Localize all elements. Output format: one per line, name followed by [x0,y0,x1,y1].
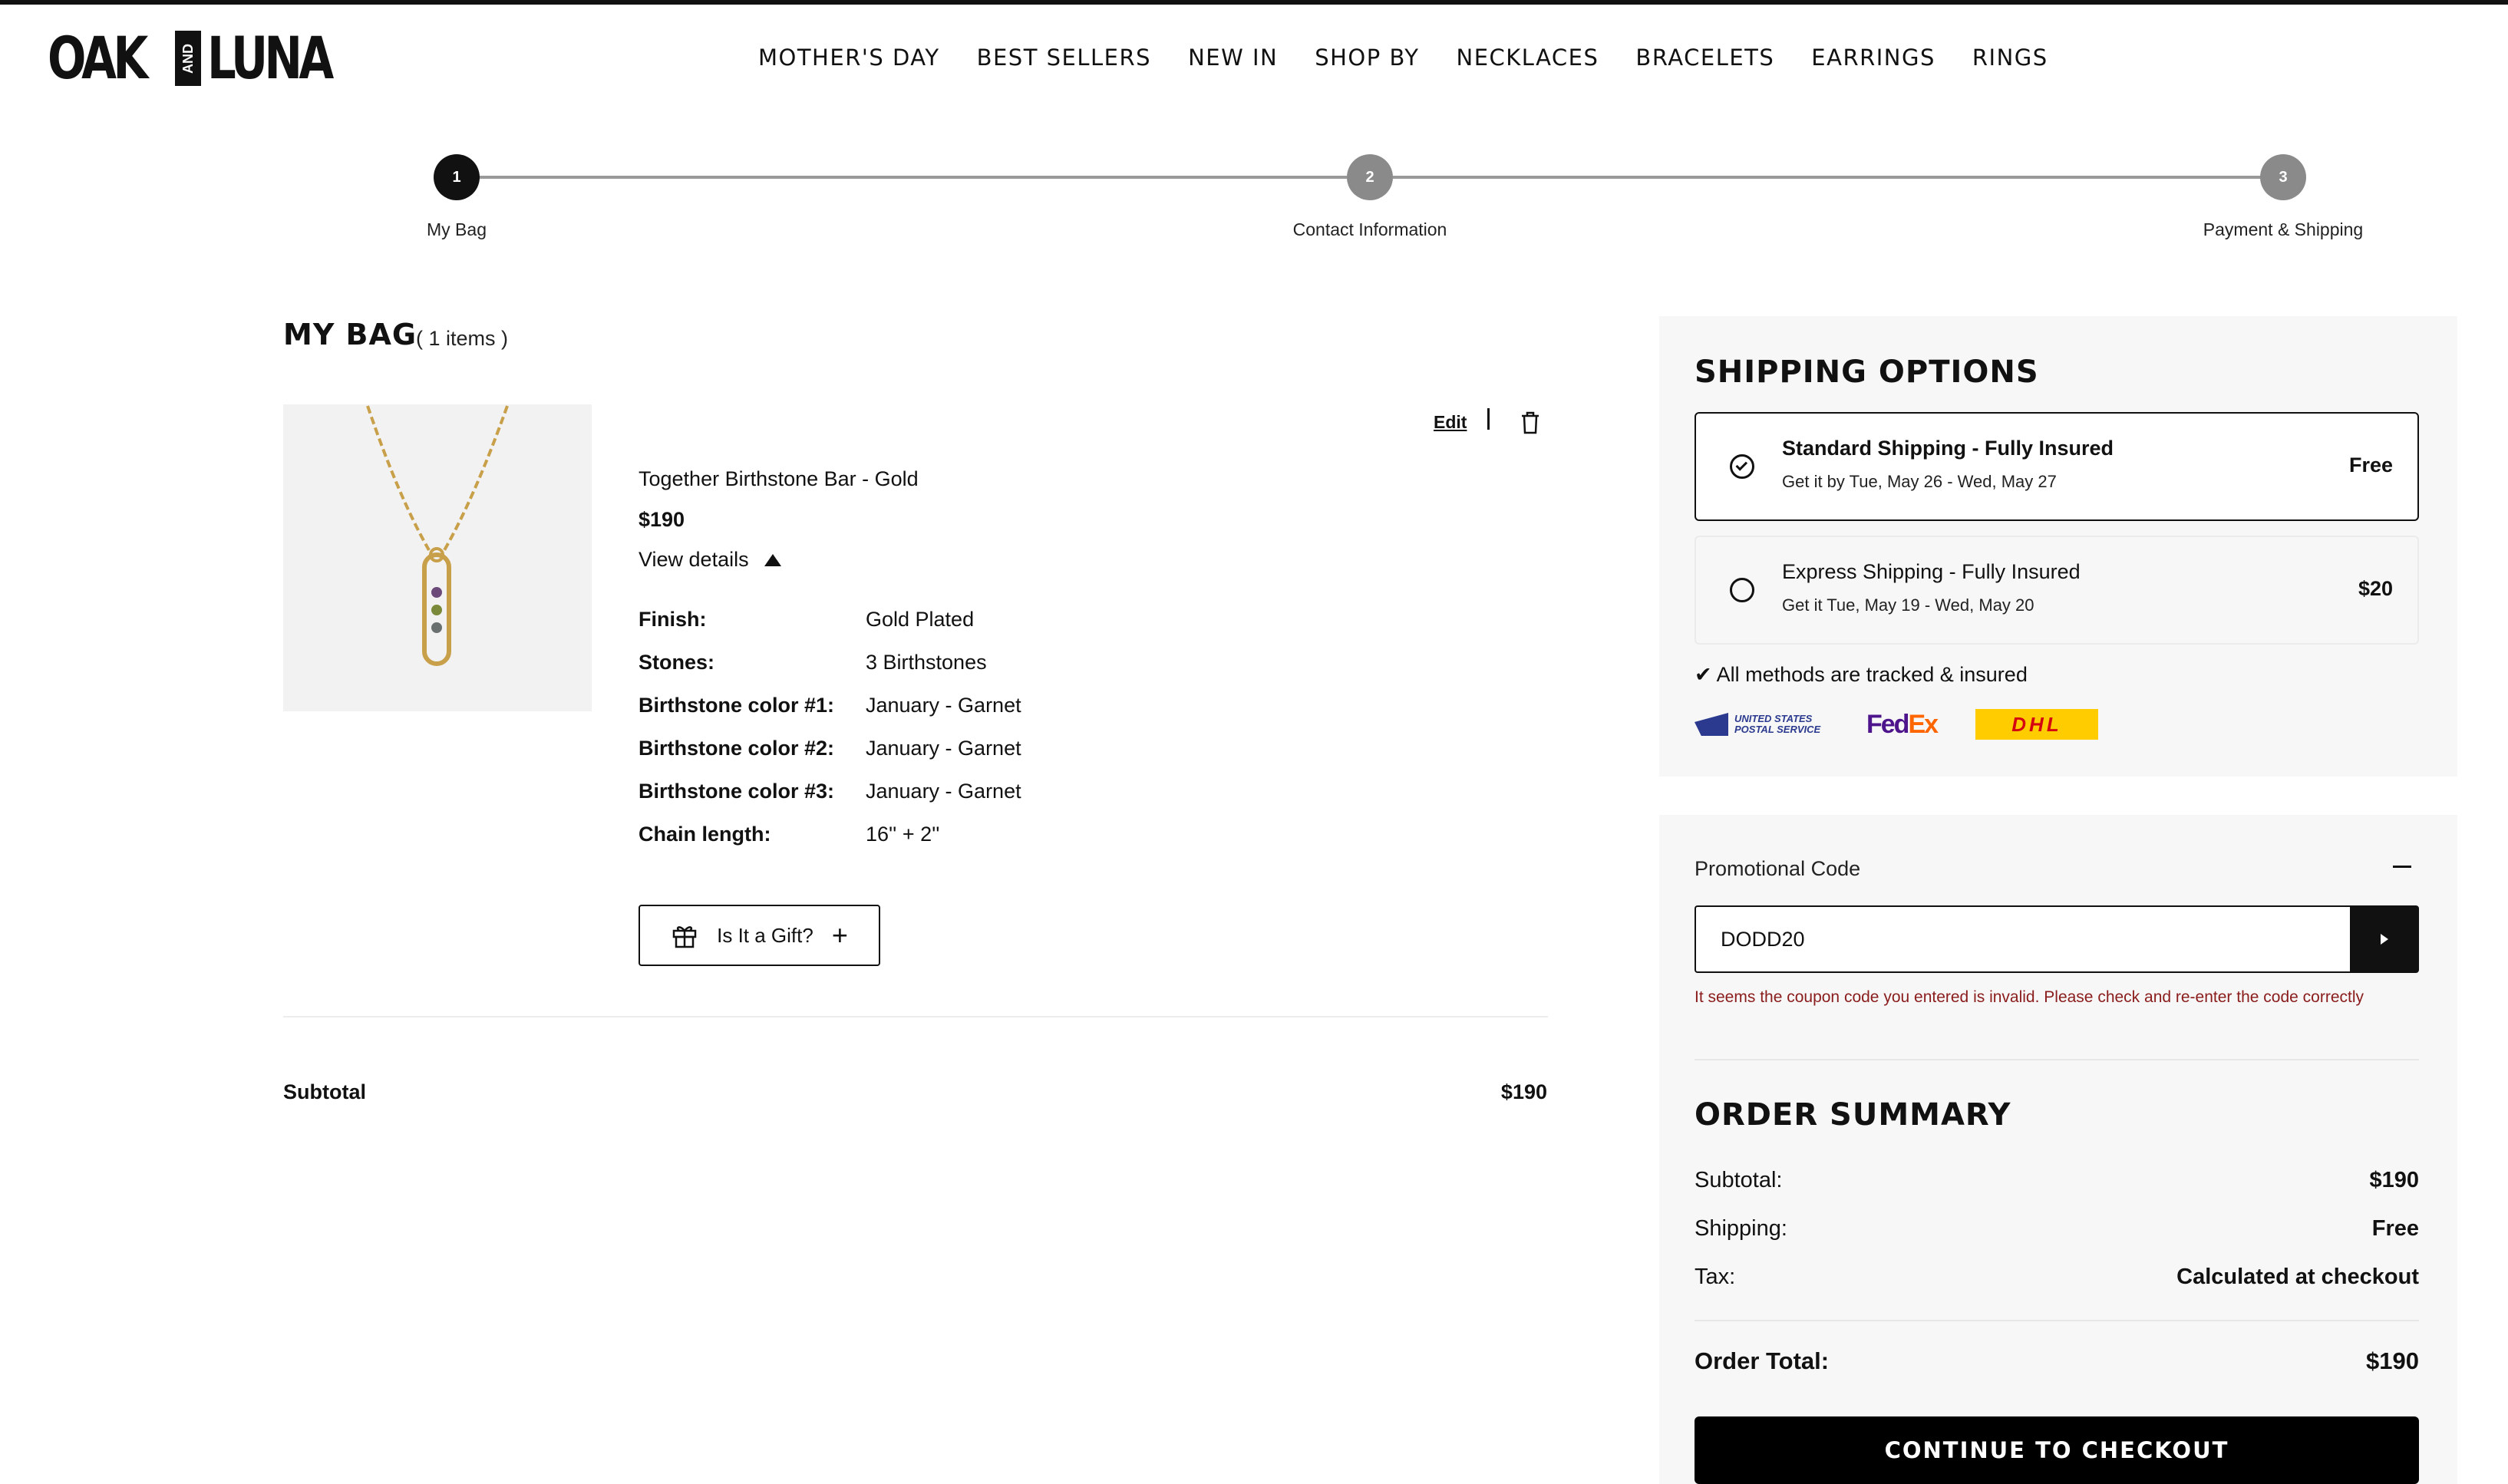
bag-item-count: ( 1 items ) [416,327,509,350]
shipping-option-price: Free [2348,453,2393,477]
product-name[interactable]: Together Birthstone Bar - Gold [639,467,919,491]
fedex-fe: Fed [1866,709,1909,739]
step-3-dot: 3 [2260,154,2306,200]
tracked-note: ✔ All methods are tracked & insured [1695,663,2028,686]
nav-item-rings[interactable]: RINGS [1972,45,2048,71]
nav-item-bracelets[interactable]: BRACELETS [1635,45,1774,71]
nav-item-mothers-day[interactable]: MOTHER'S DAY [758,45,940,71]
logo-and-text: AND [180,43,196,74]
summary-shipping-label: Shipping: [1695,1216,1787,1241]
shipping-option-name: Express Shipping - Fully Insured [1782,560,2081,583]
detail-key: Birthstone color #1: [639,694,835,717]
summary-shipping-value: Free [2371,1216,2419,1241]
shipping-option-date: Get it Tue, May 19 - Wed, May 20 [1782,595,2034,615]
detail-value: Gold Plated [866,608,975,631]
detail-row-stones: Stones: 3 Birthstones [639,651,987,674]
promo-error-message: It seems the coupon code you entered is … [1695,988,2364,1006]
detail-key: Chain length: [639,823,771,846]
fedex-ex: Ex [1908,709,1939,739]
necklace-illustration [366,405,509,666]
detail-key: Birthstone color #2: [639,737,835,760]
chevron-right-icon [2381,934,2388,945]
shipping-option-date: Get it by Tue, May 26 - Wed, May 27 [1782,472,2057,491]
radio-checked-icon[interactable] [1730,454,1754,479]
usps-logo: UNITED STATES POSTAL SERVICE [1695,709,1843,740]
promo-code-label: Promotional Code [1695,857,1861,880]
detail-row-birthstone-3: Birthstone color #3: January - Garnet [639,780,1021,803]
detail-key: Stones: [639,651,715,674]
step-1-label: My Bag [427,219,487,239]
step-2-label: Contact Information [1292,219,1447,239]
order-total-value: $190 [2366,1347,2419,1374]
summary-tax-label: Tax: [1695,1265,1736,1289]
chevron-up-icon [764,553,781,566]
summary-subtotal-value: $190 [2369,1168,2419,1192]
stepper-line-1 [457,176,1347,179]
trash-icon[interactable] [1517,410,1543,436]
order-total-label: Order Total: [1695,1347,1830,1374]
fedex-logo: Fed Ex [1866,709,1939,740]
continue-to-checkout-button[interactable]: CONTINUE TO CHECKOUT [1695,1416,2419,1484]
edit-separator [1487,408,1490,430]
detail-value: January - Garnet [866,780,1021,803]
order-summary-title: ORDER SUMMARY [1695,1097,2011,1133]
shipping-option-standard[interactable]: Standard Shipping - Fully Insured Get it… [1695,412,2419,521]
step-1-dot: 1 [434,154,480,200]
detail-key: Finish: [639,608,707,631]
summary-tax-value: Calculated at checkout [2176,1265,2419,1289]
promo-code-input[interactable] [1695,905,2351,973]
main-nav: MOTHER'S DAY BEST SELLERS NEW IN SHOP BY… [758,45,2048,71]
gift-button[interactable]: Is It a Gift? + [639,905,880,966]
bag-divider [283,1016,1548,1017]
detail-row-birthstone-1: Birthstone color #1: January - Garnet [639,694,1021,717]
nav-item-best-sellers[interactable]: BEST SELLERS [977,45,1152,71]
bag-subtotal-value: $190 [1500,1080,1547,1103]
usps-eagle-icon [1695,713,1728,736]
plus-icon: + [831,919,848,951]
nav-item-new-in[interactable]: NEW IN [1188,45,1278,71]
bag-title: MY BAG [283,318,417,351]
shipping-option-price: $20 [2358,577,2393,600]
top-border [0,0,2508,5]
view-details-label: View details [639,548,749,571]
detail-value: 16'' + 2'' [866,823,940,846]
detail-row-birthstone-2: Birthstone color #2: January - Garnet [639,737,1021,760]
collapse-minus-icon[interactable] [2393,866,2411,868]
logo-text-right: LUNA [207,24,334,92]
logo-and-block: AND [175,31,202,86]
edit-item-link[interactable]: Edit [1434,412,1467,433]
shipping-option-name: Standard Shipping - Fully Insured [1782,437,2114,460]
detail-value: January - Garnet [866,737,1021,760]
detail-row-finish: Finish: Gold Plated [639,608,974,632]
detail-key: Birthstone color #3: [639,780,835,803]
usps-text-line1: UNITED STATES [1734,713,1813,724]
logo-text-left: OAK [48,24,148,92]
shipping-option-express[interactable]: Express Shipping - Fully Insured Get it … [1695,536,2419,645]
gift-label: Is It a Gift? [717,923,813,947]
detail-value: 3 Birthstones [866,651,987,674]
detail-row-chain-length: Chain length: 16'' + 2'' [639,823,939,846]
stepper-line-2 [1393,176,2262,179]
product-image[interactable] [283,404,592,711]
summary-divider-bottom [1695,1320,2419,1321]
gift-icon [671,922,698,949]
shipping-options-title: SHIPPING OPTIONS [1695,355,2039,390]
usps-text-line2: POSTAL SERVICE [1734,724,1821,735]
nav-item-earrings[interactable]: EARRINGS [1811,45,1935,71]
step-3-label: Payment & Shipping [2203,219,2364,239]
detail-value: January - Garnet [866,694,1021,717]
dhl-logo: DHL [1975,709,2098,740]
view-details-toggle[interactable]: View details [639,548,781,572]
summary-divider-top [1695,1059,2419,1060]
summary-subtotal-label: Subtotal: [1695,1168,1783,1192]
product-price: $190 [639,508,685,531]
radio-unchecked-icon[interactable] [1730,578,1754,602]
nav-item-shop-by[interactable]: SHOP BY [1315,45,1419,71]
bag-subtotal-label: Subtotal [283,1080,366,1103]
nav-item-necklaces[interactable]: NECKLACES [1457,45,1599,71]
brand-logo[interactable]: OAK AND LUNA [48,28,365,89]
step-2-dot: 2 [1347,154,1393,200]
promo-apply-button[interactable] [2350,905,2419,973]
